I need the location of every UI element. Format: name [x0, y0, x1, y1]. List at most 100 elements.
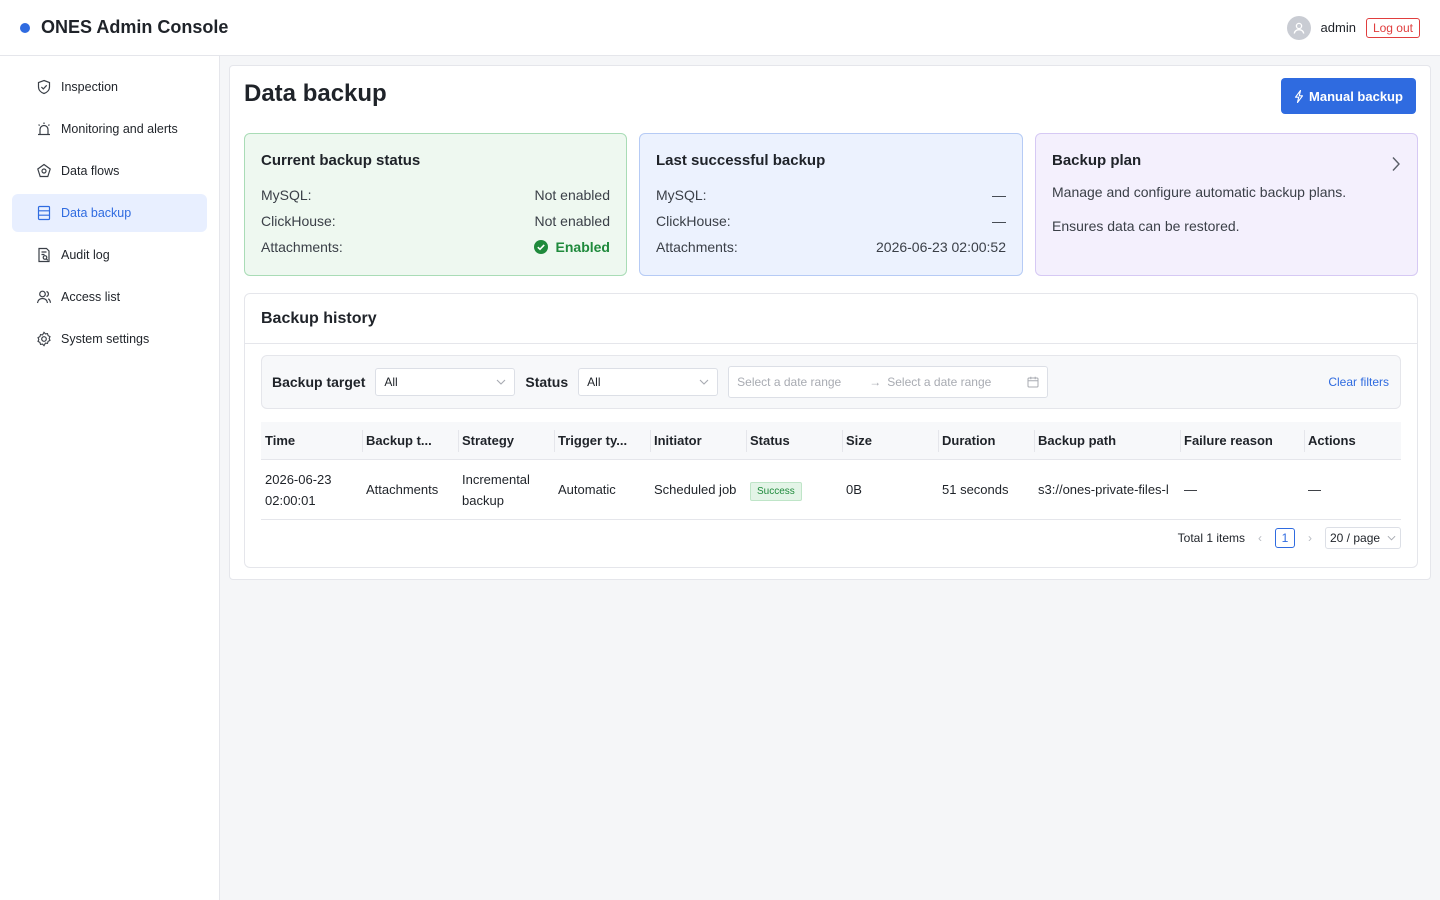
status-row-mysql: MySQL: Not enabled	[261, 182, 610, 208]
row-label: MySQL:	[656, 187, 707, 203]
sidebar-item-label: System settings	[61, 332, 150, 346]
cell-strategy: Incremental backup	[458, 469, 554, 511]
row-label: Attachments:	[656, 239, 738, 255]
manual-backup-button[interactable]: Manual backup	[1281, 78, 1416, 114]
manual-backup-label: Manual backup	[1309, 88, 1403, 104]
sidebar-item-label: Access list	[61, 290, 121, 304]
total-count: Total 1 items	[1177, 531, 1245, 545]
sidebar-item-label: Inspection	[61, 80, 118, 94]
row-label: ClickHouse:	[656, 213, 731, 229]
current-status-card: Current backup status MySQL: Not enabled…	[244, 133, 627, 276]
date-start-input[interactable]: Select a date range	[737, 375, 841, 389]
pagination: Total 1 items ‹ 1 › 20 / page	[1178, 527, 1401, 549]
cell-trigger: Automatic	[558, 482, 616, 497]
users-icon	[36, 290, 52, 304]
backup-plan-card[interactable]: Backup plan Manage and configure automat…	[1035, 133, 1418, 276]
arrow-right-icon: →	[869, 375, 882, 389]
column-header[interactable]: Actions	[1304, 422, 1401, 460]
last-row-mysql: MySQL: —	[656, 182, 1006, 208]
date-range-picker[interactable]: Select a date range → Select a date rang…	[728, 366, 1049, 398]
status-filter-label: Status	[525, 374, 569, 390]
sidebar-item-data-flows[interactable]: Data flows	[12, 152, 207, 190]
column-header[interactable]: Initiator	[650, 422, 746, 460]
logout-button[interactable]: Log out	[1365, 17, 1420, 38]
main-panel: Data backup Manual backup Current backup…	[229, 65, 1431, 580]
target-filter-label: Backup target	[272, 374, 366, 390]
cell-target: Attachments	[366, 482, 439, 497]
last-row-attachments: Attachments: 2026-06-23 02:00:52	[656, 234, 1006, 260]
cell-initiator: Scheduled job	[654, 482, 737, 497]
calendar-icon	[1027, 376, 1039, 388]
row-value: —	[992, 187, 1006, 203]
status-row-attachments: Attachments: Enabled	[261, 234, 610, 260]
clear-filters-link[interactable]: Clear filters	[1328, 375, 1389, 389]
chevron-down-icon	[1387, 535, 1396, 541]
sidebar-item-data-backup[interactable]: Data backup	[12, 194, 207, 232]
cell-text: 2026-06-23	[265, 471, 332, 487]
cell-size: 0B	[846, 482, 862, 497]
cell-time: 2026-06-23 02:00:01	[261, 469, 362, 511]
row-value: 2026-06-23 02:00:52	[876, 239, 1006, 255]
column-header[interactable]: Time	[261, 422, 362, 460]
last-backup-card: Last successful backup MySQL: — ClickHou…	[639, 133, 1023, 276]
date-end-input[interactable]: Select a date range	[887, 375, 991, 389]
sidebar-item-label: Monitoring and alerts	[61, 122, 178, 136]
column-header[interactable]: Status	[746, 422, 842, 460]
cell-status: Success	[746, 479, 842, 501]
network-icon	[37, 163, 51, 178]
chevron-right-icon	[1392, 157, 1400, 171]
plan-note: Ensures data can be restored.	[1052, 218, 1240, 234]
column-header[interactable]: Strategy	[458, 422, 554, 460]
alarm-icon	[38, 122, 50, 136]
filter-bar: Backup target All Status All Select a da…	[261, 355, 1401, 409]
card-title: Backup plan	[1052, 152, 1142, 169]
page-size-select[interactable]: 20 / page	[1325, 527, 1401, 549]
page-number-button[interactable]: 1	[1275, 528, 1295, 548]
sidebar-item-monitoring[interactable]: Monitoring and alerts	[12, 110, 207, 148]
user-avatar-icon	[1293, 22, 1304, 34]
backup-history-section: Backup history Backup target All Status …	[244, 293, 1418, 568]
sidebar-item-label: Data backup	[61, 206, 132, 220]
card-title: Current backup status	[261, 152, 421, 169]
row-value: Enabled	[555, 239, 610, 255]
row-value: Not enabled	[534, 213, 610, 229]
sidebar: Inspection Monitoring and alerts Data fl…	[0, 56, 220, 900]
sidebar-item-inspection[interactable]: Inspection	[12, 68, 207, 106]
top-header: ONES Admin Console admin Log out	[0, 0, 1440, 56]
column-header[interactable]: Size	[842, 422, 938, 460]
prev-page-icon[interactable]: ‹	[1253, 531, 1267, 545]
sidebar-item-access-list[interactable]: Access list	[12, 278, 207, 316]
row-value: Not enabled	[534, 187, 610, 203]
next-page-icon[interactable]: ›	[1303, 531, 1317, 545]
row-value: —	[992, 213, 1006, 229]
column-header[interactable]: Backup t...	[362, 422, 458, 460]
database-icon	[37, 205, 51, 221]
card-title: Last successful backup	[656, 152, 826, 169]
table-row: 2026-06-23 02:00:01 Attachments Incremen…	[261, 460, 1401, 520]
cell-text: 02:00:01	[265, 492, 316, 508]
status-badge: Success	[750, 481, 802, 501]
avatar[interactable]	[1286, 15, 1311, 40]
row-label: MySQL:	[261, 187, 312, 203]
cell-actions: —	[1308, 482, 1321, 497]
row-label: Attachments:	[261, 239, 343, 255]
sidebar-item-system-settings[interactable]: System settings	[12, 320, 207, 358]
column-header[interactable]: Failure reason	[1180, 422, 1304, 460]
table-header: Time Backup t... Strategy Trigger ty... …	[261, 422, 1401, 460]
column-header[interactable]: Trigger ty...	[554, 422, 650, 460]
status-row-clickhouse: ClickHouse: Not enabled	[261, 208, 610, 234]
sidebar-item-audit-log[interactable]: Audit log	[12, 236, 207, 274]
gear-icon	[37, 331, 51, 347]
select-value: All	[384, 375, 398, 389]
column-header[interactable]: Backup path	[1034, 422, 1180, 460]
plan-description: Manage and configure automatic backup pl…	[1052, 184, 1347, 200]
history-table: Time Backup t... Strategy Trigger ty... …	[261, 422, 1401, 520]
check-circle-icon	[533, 240, 548, 254]
cell-path: s3://ones-private-files-l	[1038, 482, 1169, 497]
column-header[interactable]: Duration	[938, 422, 1034, 460]
chevron-down-icon	[496, 379, 506, 385]
username: admin	[1320, 20, 1356, 35]
target-select[interactable]: All	[375, 368, 516, 396]
cell-failure: —	[1184, 482, 1197, 497]
status-select[interactable]: All	[578, 368, 719, 396]
